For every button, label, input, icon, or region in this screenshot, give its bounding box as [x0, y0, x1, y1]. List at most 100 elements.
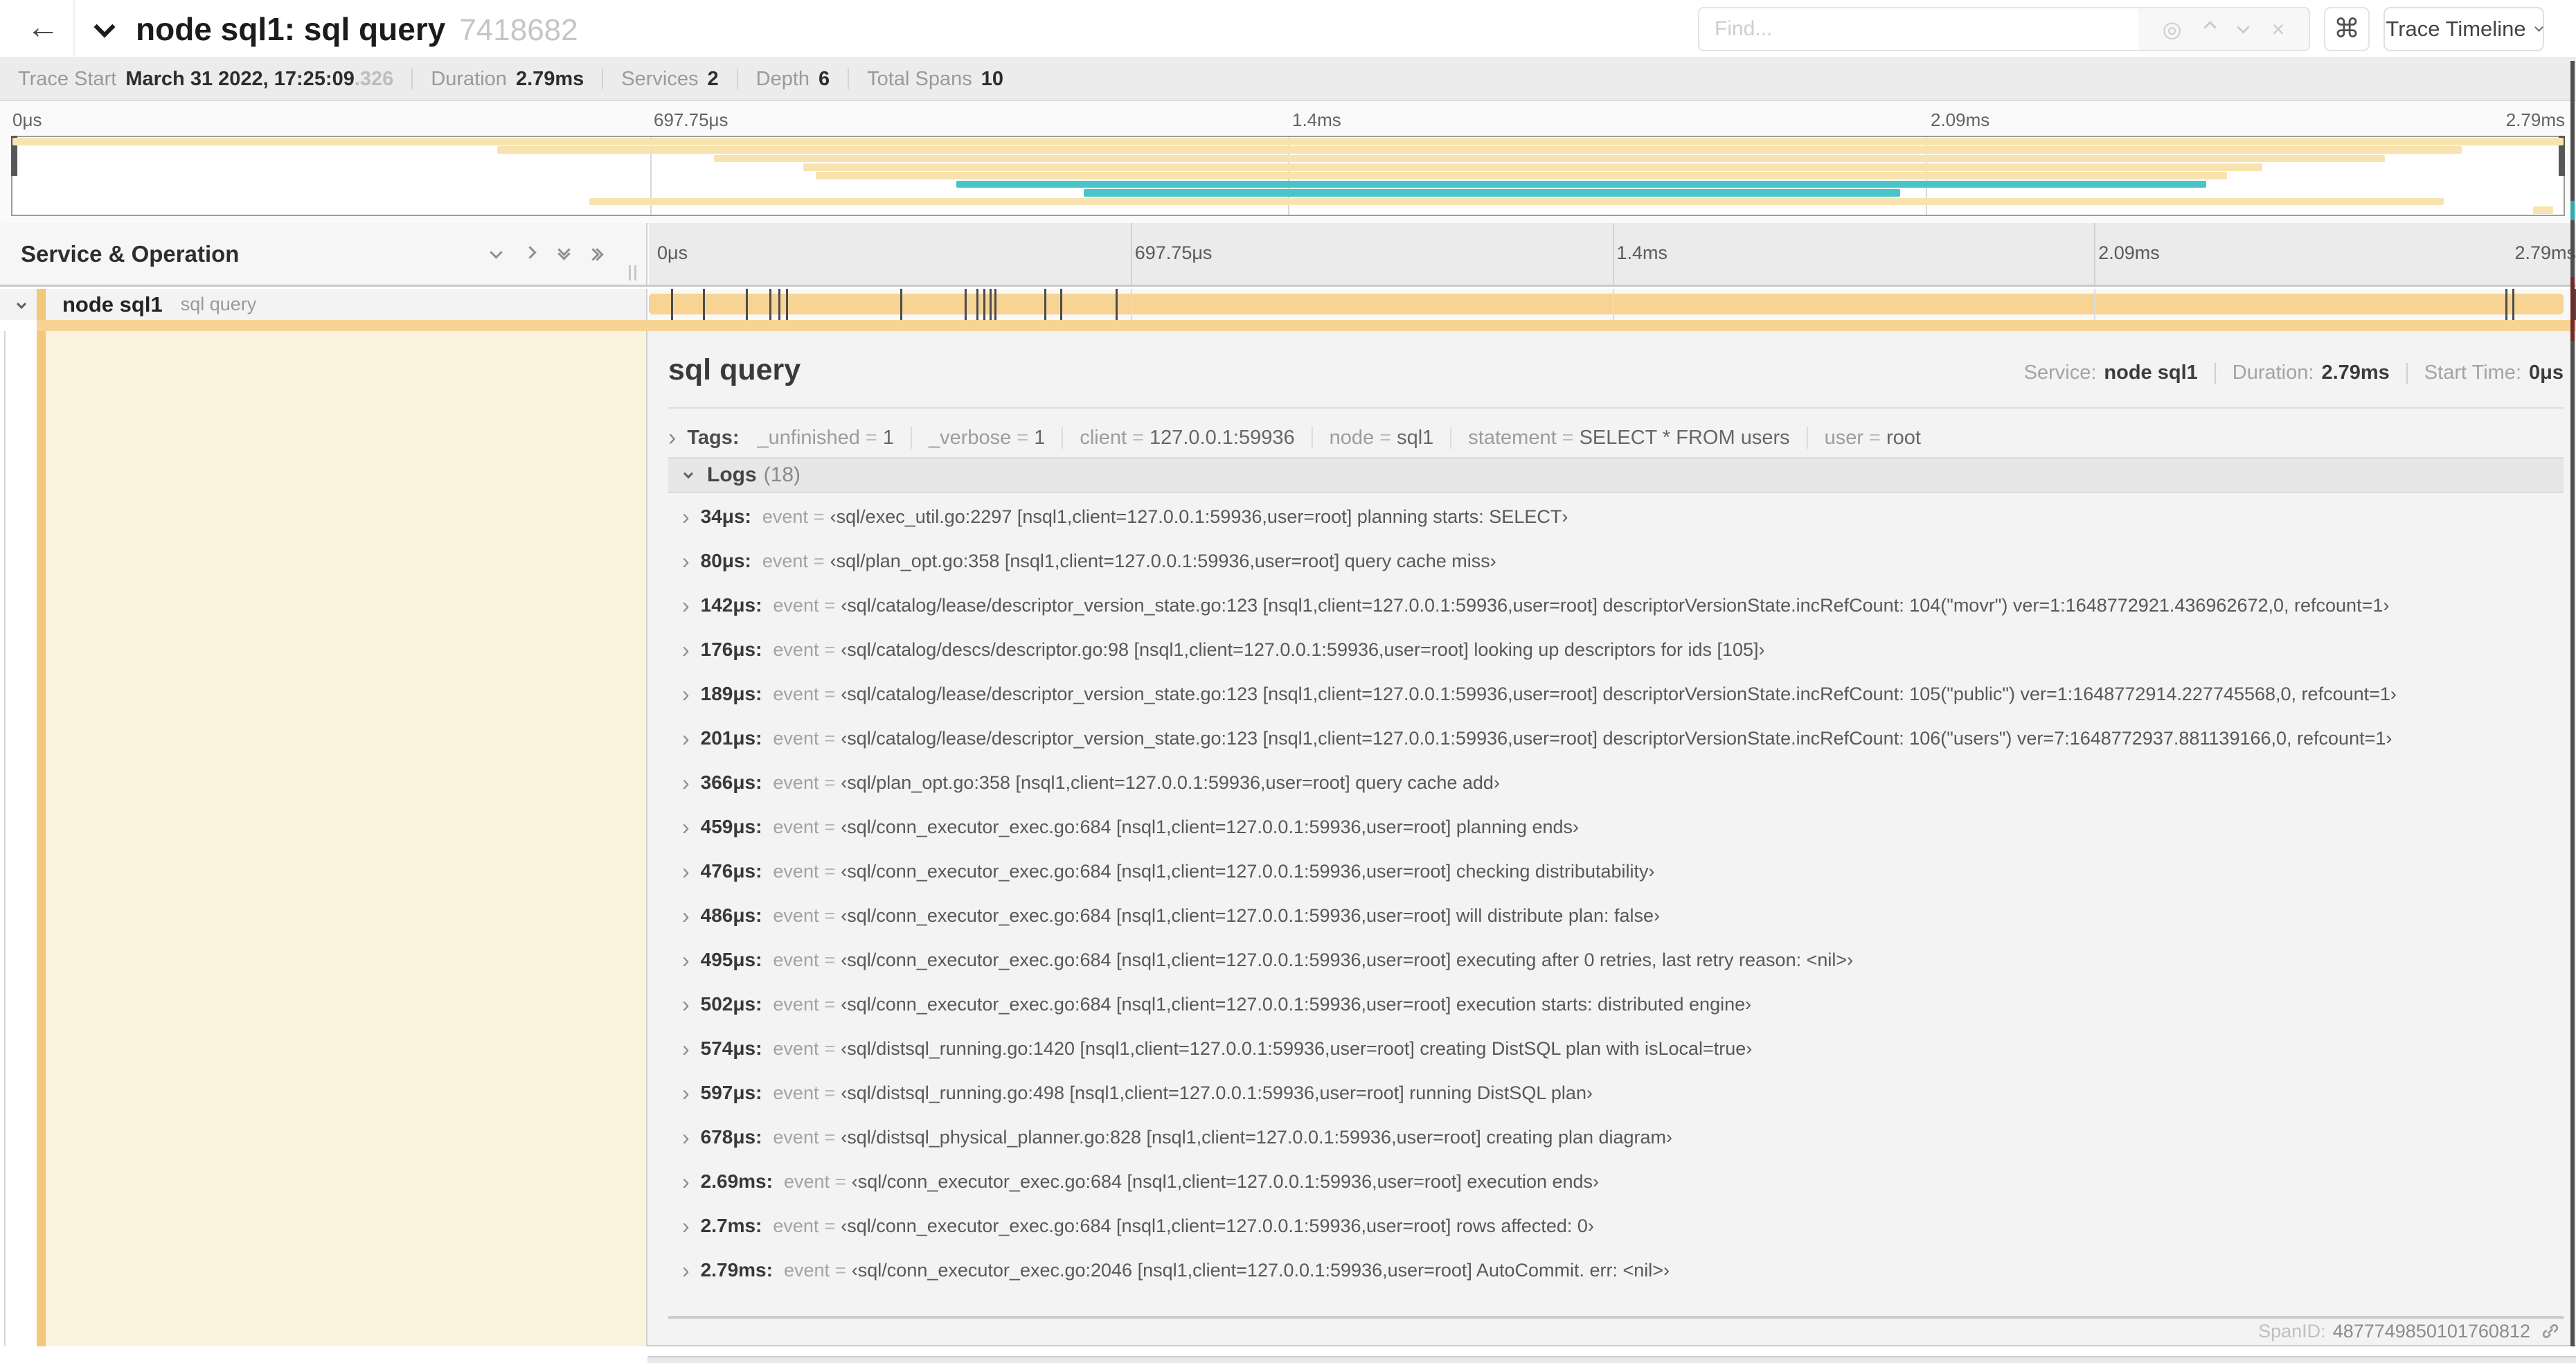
trace-info-bar: Trace Start March 31 2022, 17:25:09 .326…	[0, 58, 2576, 101]
log-marker	[2512, 289, 2515, 320]
log-row[interactable]: › 189μs: event = ‹sql/catalog/lease/descript…	[668, 672, 2564, 716]
log-marker	[702, 289, 705, 320]
vertical-scrollbar[interactable]	[2570, 61, 2575, 1346]
log-field-name: event	[773, 772, 819, 793]
tag-key: user	[1824, 426, 1864, 449]
span-duration-bar[interactable]	[649, 294, 2564, 314]
log-field-name: event	[773, 683, 819, 704]
ruler-tick: 0μs	[657, 242, 688, 263]
span-bar-track[interactable]	[649, 289, 2576, 320]
collapse-all-chevron-icon[interactable]	[93, 16, 116, 38]
divider	[1806, 427, 1808, 449]
log-row[interactable]: › 2.79ms: event = ‹sql/conn_executor_exec.go…	[668, 1248, 2564, 1292]
log-row[interactable]: › 459μs: event = ‹sql/conn_executor_exec.go:…	[668, 805, 2564, 849]
log-row[interactable]: › 574μs: event = ‹sql/distsql_running.go:142…	[668, 1026, 2564, 1071]
log-row[interactable]: › 176μs: event = ‹sql/catalog/descs/descript…	[668, 627, 2564, 672]
log-row[interactable]: › 80μs: event = ‹sql/plan_opt.go:358 [nsql1,…	[668, 539, 2564, 583]
collapse-all-icon[interactable]	[557, 243, 571, 260]
column-resize-grip[interactable]	[629, 265, 636, 280]
equals-sign: =	[824, 727, 836, 749]
log-field-value: ‹sql/distsql_running.go:498 [nsql1,clien…	[841, 1082, 1593, 1103]
log-row[interactable]: › 502μs: event = ‹sql/conn_executor_exec.go:…	[668, 982, 2564, 1026]
minimap-span	[497, 146, 2462, 154]
scrollbar-maroon-marker	[2570, 277, 2575, 341]
log-marker	[994, 289, 996, 320]
log-field-name: event	[773, 639, 819, 660]
log-timestamp: 678μs:	[700, 1126, 762, 1148]
equals-sign: =	[1132, 426, 1144, 449]
equals-sign: =	[835, 1259, 846, 1281]
log-row[interactable]: › 2.7ms: event = ‹sql/conn_executor_exec.go:…	[668, 1204, 2564, 1248]
log-row[interactable]: › 486μs: event = ‹sql/conn_executor_exec.go:…	[668, 893, 2564, 938]
log-field-name: event	[773, 1082, 819, 1103]
log-row[interactable]: › 495μs: event = ‹sql/conn_executor_exec.go:…	[668, 938, 2564, 982]
equals-sign: =	[824, 1037, 836, 1059]
logs-count: (18)	[763, 463, 801, 486]
command-icon: ⌘	[2334, 15, 2360, 44]
log-marker	[745, 289, 748, 320]
chevron-right-icon: ›	[682, 1257, 690, 1283]
gridline	[1130, 289, 1132, 320]
log-row[interactable]: › 476μs: event = ‹sql/conn_executor_exec.go:…	[668, 849, 2564, 893]
equals-sign: =	[824, 594, 836, 616]
view-selector-button[interactable]: Trace Timeline	[2383, 7, 2544, 51]
ruler-tick: 2.79ms	[2505, 109, 2565, 130]
find-suffix: ◎ ×	[2138, 7, 2310, 51]
tags-section-toggle[interactable]: › Tags: _unfinished = 1 _verbose = 1 client =…	[668, 421, 1921, 454]
equals-sign: =	[865, 426, 877, 449]
chevron-down-icon	[2534, 22, 2543, 32]
minimap-span	[12, 137, 2564, 145]
chevron-right-icon: ›	[682, 1035, 690, 1061]
logs-section-toggle[interactable]: Logs (18)	[668, 457, 2564, 493]
log-row[interactable]: › 366μs: event = ‹sql/plan_opt.go:358 [nsql1…	[668, 760, 2564, 805]
keyboard-shortcuts-button[interactable]: ⌘	[2324, 7, 2370, 51]
equals-sign: =	[824, 905, 836, 926]
locate-icon[interactable]: ◎	[2163, 16, 2182, 42]
service-operation-column-header: Service & Operation	[0, 223, 647, 285]
divider	[910, 427, 912, 449]
detail-separator	[668, 407, 2564, 409]
log-field-name: event	[773, 816, 819, 837]
log-row[interactable]: › 678μs: event = ‹sql/distsql_physical_plann…	[668, 1115, 2564, 1159]
minimap-span	[2532, 206, 2554, 214]
timeline-header-row: Service & Operation 0μs 697.75μs 1.4ms 2…	[0, 223, 2576, 287]
find-input[interactable]	[1698, 7, 2138, 51]
log-row[interactable]: › 34μs: event = ‹sql/exec_util.go:2297 [nsql…	[668, 495, 2564, 539]
chevron-right-icon: ›	[682, 1124, 690, 1150]
log-row[interactable]: › 142μs: event = ‹sql/catalog/lease/descript…	[668, 583, 2564, 627]
log-timestamp: 142μs:	[700, 594, 762, 616]
find-clear-icon[interactable]: ×	[2272, 17, 2285, 42]
collapse-one-icon[interactable]	[490, 246, 503, 260]
detail-highlight-column	[46, 331, 646, 1346]
back-button[interactable]: ←	[14, 0, 72, 58]
minimap-canvas[interactable]	[11, 136, 2565, 216]
link-icon[interactable]	[2540, 1321, 2561, 1342]
minimap-ruler: 0μs 697.75μs 1.4ms 2.09ms 2.79ms	[11, 107, 2565, 133]
log-field-value: ‹sql/conn_executor_exec.go:684 [nsql1,cl…	[841, 1215, 1594, 1236]
span-collapse-chevron-icon[interactable]	[16, 299, 27, 311]
info-label: Total Spans	[867, 67, 972, 90]
divider	[2406, 362, 2408, 384]
tag-key: client	[1080, 426, 1127, 449]
log-field-name: event	[773, 1126, 819, 1148]
expand-all-icon[interactable]	[587, 247, 604, 261]
log-marker	[2505, 289, 2508, 320]
equals-sign: =	[824, 683, 836, 704]
log-field-value: ‹sql/distsql_running.go:1420 [nsql1,clie…	[841, 1037, 1753, 1059]
find-prev-icon[interactable]	[2203, 21, 2217, 35]
span-name-cell[interactable]: node sql1 sql query	[0, 289, 647, 320]
chevron-right-icon: ›	[682, 1213, 690, 1238]
page-title: node sql1: sql query 7418682	[136, 11, 578, 47]
log-field-name: event	[783, 1259, 830, 1281]
log-row[interactable]: › 201μs: event = ‹sql/catalog/lease/descript…	[668, 716, 2564, 760]
expand-one-icon[interactable]	[524, 246, 537, 260]
tag-value: 1	[882, 426, 894, 449]
chevron-right-icon: ›	[682, 947, 690, 972]
tag-key: statement	[1468, 426, 1557, 449]
chevron-right-icon: ›	[682, 902, 690, 928]
timeline-ruler: 0μs 697.75μs 1.4ms 2.09ms 2.79ms	[649, 223, 2576, 285]
log-row[interactable]: › 2.69ms: event = ‹sql/conn_executor_exec.go…	[668, 1159, 2564, 1204]
find-next-icon[interactable]	[2237, 21, 2250, 35]
log-row[interactable]: › 597μs: event = ‹sql/distsql_running.go:498…	[668, 1071, 2564, 1115]
log-marker	[769, 289, 771, 320]
